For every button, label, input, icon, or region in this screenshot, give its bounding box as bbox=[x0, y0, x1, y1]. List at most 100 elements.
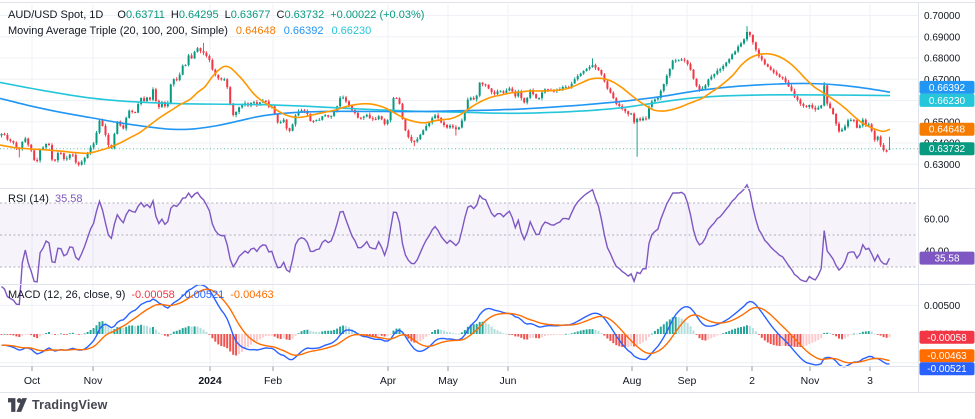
candle-body[interactable] bbox=[669, 69, 671, 76]
candle-body[interactable] bbox=[107, 135, 109, 145]
candle-body[interactable] bbox=[200, 48, 202, 51]
candle-body[interactable] bbox=[410, 137, 412, 141]
attribution[interactable]: TradingView bbox=[8, 397, 108, 412]
candle-body[interactable] bbox=[847, 121, 849, 127]
candle-body[interactable] bbox=[461, 121, 463, 128]
candle-body[interactable] bbox=[205, 53, 207, 56]
candle-body[interactable] bbox=[419, 135, 421, 139]
candle-body[interactable] bbox=[690, 64, 692, 70]
candle-body[interactable] bbox=[805, 106, 807, 107]
candle-body[interactable] bbox=[491, 89, 493, 93]
candle-body[interactable] bbox=[538, 98, 540, 99]
rsi-label[interactable]: RSI (14) bbox=[8, 193, 49, 205]
candle-body[interactable] bbox=[850, 120, 852, 121]
candle-body[interactable] bbox=[681, 60, 683, 61]
candle-body[interactable] bbox=[78, 162, 80, 164]
candle-body[interactable] bbox=[713, 74, 715, 77]
candle-body[interactable] bbox=[565, 87, 567, 88]
candle-body[interactable] bbox=[176, 79, 178, 80]
time-axis[interactable]: OctNov2024FebAprMayJunAugSep2Nov3 bbox=[24, 367, 873, 388]
candle-body[interactable] bbox=[627, 111, 629, 114]
candle-body[interactable] bbox=[443, 122, 445, 125]
candle-body[interactable] bbox=[241, 105, 243, 107]
candle-body[interactable] bbox=[497, 91, 499, 94]
candle-body[interactable] bbox=[523, 98, 525, 102]
symbol-title[interactable]: AUD/USD Spot, 1D bbox=[8, 9, 103, 21]
candle-body[interactable] bbox=[36, 160, 38, 161]
candle-body[interactable] bbox=[844, 126, 846, 129]
candle-body[interactable] bbox=[99, 121, 101, 133]
candle-body[interactable] bbox=[470, 98, 472, 100]
candle-body[interactable] bbox=[663, 84, 665, 91]
candle-body[interactable] bbox=[387, 120, 389, 124]
candle-body[interactable] bbox=[719, 69, 721, 71]
candle-body[interactable] bbox=[84, 158, 86, 162]
candle-body[interactable] bbox=[636, 119, 638, 123]
candle-body[interactable] bbox=[33, 150, 35, 160]
candle-body[interactable] bbox=[746, 32, 748, 39]
candle-body[interactable] bbox=[360, 118, 362, 119]
candle-body[interactable] bbox=[366, 115, 368, 117]
candle-body[interactable] bbox=[642, 118, 644, 120]
candle-body[interactable] bbox=[324, 115, 326, 116]
candle-body[interactable] bbox=[9, 139, 11, 141]
candle-body[interactable] bbox=[12, 141, 14, 143]
candle-body[interactable] bbox=[289, 128, 291, 131]
candle-body[interactable] bbox=[485, 84, 487, 85]
candle-body[interactable] bbox=[446, 125, 448, 128]
candle-body[interactable] bbox=[449, 126, 451, 128]
candle-body[interactable] bbox=[728, 59, 730, 62]
candle-body[interactable] bbox=[437, 115, 439, 118]
candle-body[interactable] bbox=[704, 85, 706, 88]
candle-body[interactable] bbox=[407, 131, 409, 138]
ma-indicator-label[interactable]: Moving Average Triple (20, 100, 200, Sim… bbox=[8, 25, 228, 37]
candle-body[interactable] bbox=[292, 124, 294, 130]
candle-body[interactable] bbox=[348, 101, 350, 105]
candle-body[interactable] bbox=[170, 84, 172, 103]
candle-body[interactable] bbox=[645, 118, 647, 119]
candle-body[interactable] bbox=[737, 47, 739, 52]
candle-body[interactable] bbox=[54, 160, 56, 161]
candle-body[interactable] bbox=[235, 112, 237, 115]
candle-body[interactable] bbox=[197, 48, 199, 52]
candle-body[interactable] bbox=[592, 65, 594, 67]
candle-body[interactable] bbox=[505, 91, 507, 93]
candle-body[interactable] bbox=[802, 104, 804, 106]
candle-body[interactable] bbox=[203, 51, 205, 53]
candle-body[interactable] bbox=[500, 91, 502, 92]
candle-body[interactable] bbox=[137, 104, 139, 113]
candle-body[interactable] bbox=[425, 126, 427, 130]
candle-body[interactable] bbox=[776, 72, 778, 74]
candle-body[interactable] bbox=[580, 74, 582, 77]
candle-body[interactable] bbox=[416, 139, 418, 141]
candle-body[interactable] bbox=[785, 78, 787, 82]
candle-body[interactable] bbox=[589, 67, 591, 69]
candle-body[interactable] bbox=[672, 61, 674, 69]
candle-body[interactable] bbox=[422, 130, 424, 134]
candle-body[interactable] bbox=[773, 70, 775, 73]
candle-body[interactable] bbox=[693, 70, 695, 79]
candle-body[interactable] bbox=[722, 66, 724, 69]
candle-body[interactable] bbox=[633, 114, 635, 123]
candle-body[interactable] bbox=[707, 79, 709, 85]
candle-body[interactable] bbox=[229, 87, 231, 103]
candle-body[interactable] bbox=[618, 104, 620, 106]
candle-body[interactable] bbox=[859, 126, 861, 128]
candle-body[interactable] bbox=[63, 153, 65, 159]
candle-body[interactable] bbox=[116, 122, 118, 134]
candle-body[interactable] bbox=[140, 98, 142, 104]
candle-body[interactable] bbox=[630, 114, 632, 115]
candle-body[interactable] bbox=[434, 115, 436, 118]
candle-body[interactable] bbox=[48, 144, 50, 145]
candle-body[interactable] bbox=[223, 79, 225, 80]
candle-body[interactable] bbox=[612, 93, 614, 99]
candle-body[interactable] bbox=[853, 120, 855, 121]
candle-body[interactable] bbox=[452, 126, 454, 128]
candle-body[interactable] bbox=[312, 121, 314, 122]
candle-body[interactable] bbox=[841, 130, 843, 132]
candle-body[interactable] bbox=[740, 43, 742, 46]
candle-body[interactable] bbox=[342, 98, 344, 99]
candle-body[interactable] bbox=[764, 60, 766, 65]
candle-body[interactable] bbox=[60, 153, 62, 154]
candle-body[interactable] bbox=[535, 94, 537, 98]
